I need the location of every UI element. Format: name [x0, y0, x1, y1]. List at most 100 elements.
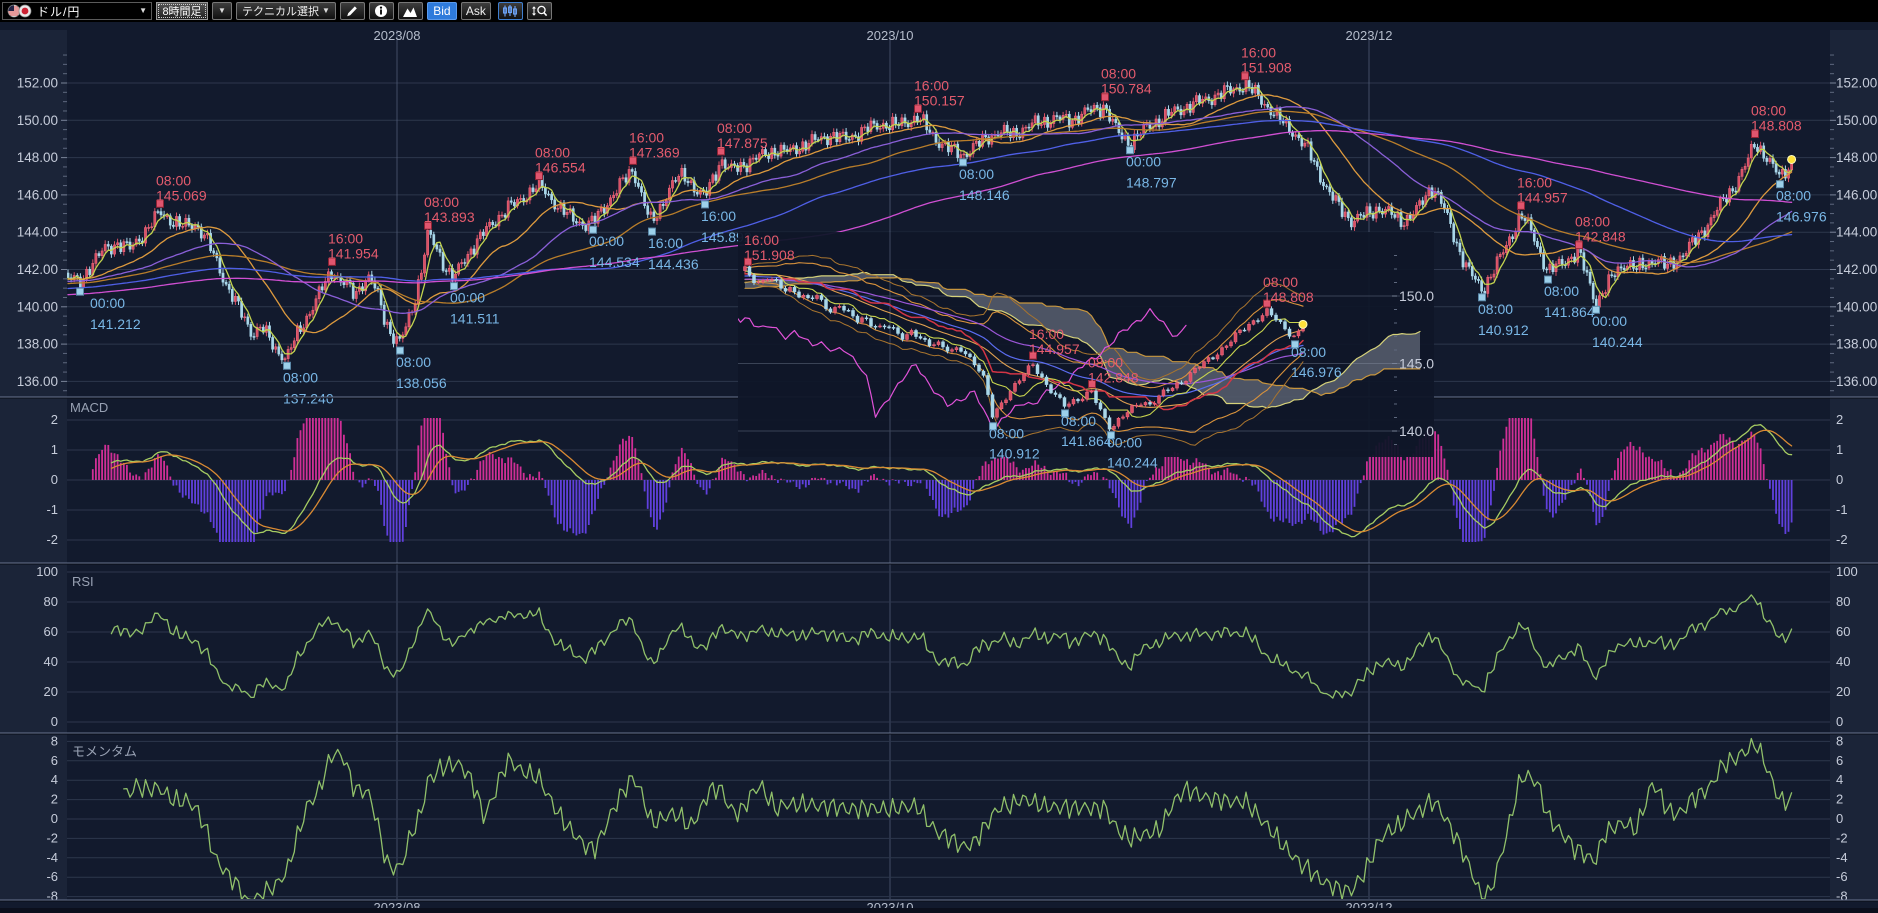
price-chart-svg[interactable]: 2023/082023/082023/102023/102023/122023/…: [0, 22, 1878, 908]
svg-text:16:00: 16:00: [914, 77, 949, 93]
bid-button[interactable]: Bid: [427, 2, 457, 20]
svg-text:08:00: 08:00: [959, 166, 994, 182]
svg-text:148.00: 148.00: [1836, 150, 1877, 165]
svg-text:-6: -6: [46, 869, 58, 884]
svg-text:08:00: 08:00: [1061, 413, 1096, 429]
swing-marker: [451, 283, 458, 290]
svg-text:6: 6: [51, 753, 58, 768]
svg-text:2: 2: [51, 412, 58, 427]
svg-text:08:00: 08:00: [156, 172, 191, 188]
svg-text:80: 80: [44, 594, 58, 609]
svg-text:147.369: 147.369: [629, 144, 680, 160]
svg-text:08:00: 08:00: [717, 120, 752, 136]
chart-canvas[interactable]: 2023/082023/082023/102023/102023/122023/…: [0, 22, 1878, 908]
svg-text:144.957: 144.957: [1517, 189, 1568, 205]
swing-marker: [590, 226, 597, 233]
svg-text:141.864: 141.864: [1061, 433, 1112, 449]
swing-marker: [397, 347, 404, 354]
svg-text:136.00: 136.00: [1836, 374, 1877, 389]
svg-text:08:00: 08:00: [1544, 283, 1579, 299]
svg-text:08:00: 08:00: [1751, 103, 1786, 119]
ask-button[interactable]: Ask: [461, 2, 491, 20]
timeframe-chip[interactable]: 8時間足: [156, 2, 208, 20]
zoom-button[interactable]: [527, 2, 552, 20]
currency-pair-select[interactable]: ドル/円 ▼: [2, 2, 152, 20]
svg-text:0: 0: [1836, 714, 1843, 729]
svg-text:16:00: 16:00: [648, 235, 683, 251]
svg-text:00:00: 00:00: [1107, 435, 1142, 451]
svg-text:2: 2: [51, 792, 58, 807]
svg-text:150.784: 150.784: [1101, 81, 1152, 97]
svg-text:2: 2: [1836, 792, 1843, 807]
svg-text:08:00: 08:00: [424, 194, 459, 210]
svg-text:144.534: 144.534: [589, 254, 640, 270]
svg-text:16:00: 16:00: [1241, 45, 1276, 61]
mountain-chart-button[interactable]: [398, 2, 423, 20]
svg-text:08:00: 08:00: [1101, 66, 1136, 82]
svg-text:2: 2: [1836, 412, 1843, 427]
svg-text:2023/12: 2023/12: [1346, 28, 1393, 43]
technical-select-label: テクニカル選択: [242, 3, 319, 19]
timeframe-dropdown-button[interactable]: ▼: [212, 2, 232, 20]
svg-text:4: 4: [51, 772, 58, 787]
info-button[interactable]: [369, 2, 394, 20]
svg-text:08:00: 08:00: [1263, 274, 1298, 290]
svg-text:148.808: 148.808: [1263, 289, 1314, 305]
svg-text:136.00: 136.00: [17, 374, 58, 389]
svg-text:00:00: 00:00: [589, 233, 624, 249]
svg-text:140.0: 140.0: [1399, 423, 1434, 439]
us-jp-flag-icons: [7, 4, 33, 18]
svg-text:142.848: 142.848: [1088, 370, 1139, 386]
svg-text:138.00: 138.00: [17, 337, 58, 352]
pencil-icon: [345, 4, 359, 18]
svg-text:138.056: 138.056: [396, 375, 447, 391]
svg-text:2023/10: 2023/10: [867, 28, 914, 43]
svg-text:60: 60: [1836, 624, 1850, 639]
svg-text:00:00: 00:00: [450, 290, 485, 306]
swing-marker: [284, 362, 291, 369]
toolbar: ドル/円 ▼ 8時間足 ▼ テクニカル選択 ▼ Bid Ask: [0, 0, 1878, 22]
svg-text:08:00: 08:00: [1088, 355, 1123, 371]
svg-text:RSI: RSI: [72, 574, 94, 589]
svg-text:140.244: 140.244: [1107, 455, 1158, 471]
svg-text:08:00: 08:00: [535, 145, 570, 161]
technical-select-button[interactable]: テクニカル選択 ▼: [236, 2, 336, 20]
candlestick-chart-icon: [502, 4, 518, 18]
svg-text:-1: -1: [1836, 502, 1848, 517]
svg-text:16:00: 16:00: [1029, 326, 1064, 342]
svg-text:-2: -2: [1836, 532, 1848, 547]
svg-text:148.00: 148.00: [17, 150, 58, 165]
svg-text:40: 40: [1836, 654, 1850, 669]
mountain-chart-icon: [402, 5, 418, 18]
zoom-icon: [531, 4, 548, 18]
draw-pencil-button[interactable]: [340, 2, 365, 20]
swing-marker: [1593, 306, 1600, 313]
svg-text:143.893: 143.893: [424, 209, 475, 225]
svg-text:6: 6: [1836, 753, 1843, 768]
currency-pair-label: ドル/円: [37, 3, 135, 20]
svg-text:00:00: 00:00: [1126, 154, 1161, 170]
svg-text:140.912: 140.912: [989, 446, 1040, 462]
svg-text:141.212: 141.212: [90, 316, 141, 332]
chart-type-button[interactable]: [498, 2, 523, 20]
svg-text:144.00: 144.00: [17, 225, 58, 240]
svg-text:08:00: 08:00: [1776, 188, 1811, 204]
svg-text:00:00: 00:00: [90, 295, 125, 311]
svg-text:146.976: 146.976: [1291, 364, 1342, 380]
svg-text:148.808: 148.808: [1751, 118, 1802, 134]
svg-text:146.00: 146.00: [17, 187, 58, 202]
svg-text:142.00: 142.00: [1836, 262, 1877, 277]
svg-text:0: 0: [1836, 472, 1843, 487]
svg-text:0: 0: [51, 472, 58, 487]
svg-text:8: 8: [51, 733, 58, 748]
svg-text:08:00: 08:00: [1291, 344, 1326, 360]
svg-text:145.0: 145.0: [1399, 356, 1434, 372]
svg-text:-4: -4: [46, 850, 58, 865]
svg-text:148.797: 148.797: [1126, 175, 1177, 191]
svg-text:152.00: 152.00: [17, 76, 58, 91]
svg-text:-2: -2: [1836, 830, 1848, 845]
svg-text:151.908: 151.908: [1241, 60, 1292, 76]
svg-text:0: 0: [51, 714, 58, 729]
swing-marker: [702, 201, 709, 208]
svg-text:00:00: 00:00: [1592, 313, 1627, 329]
